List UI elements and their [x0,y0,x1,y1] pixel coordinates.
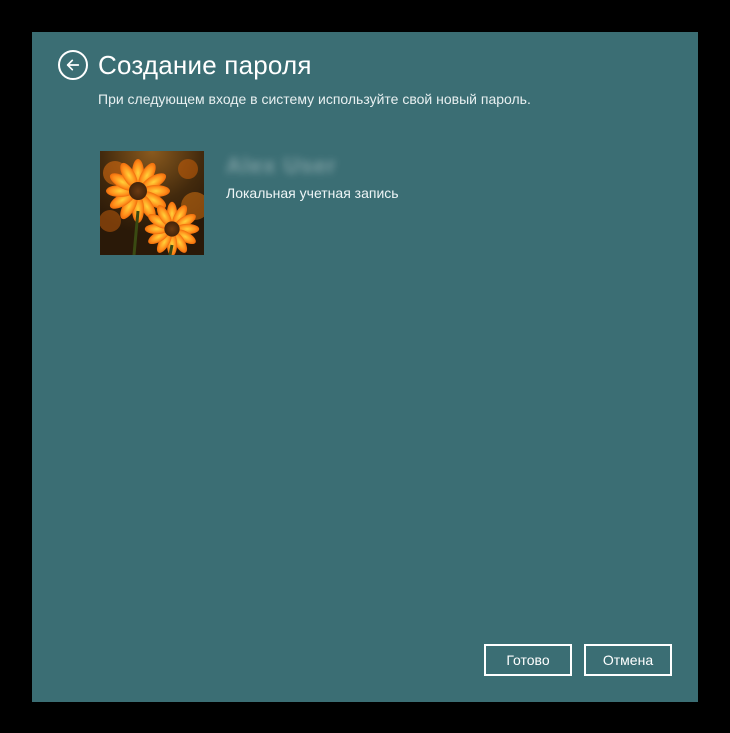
account-text: Alex User Локальная учетная запись [226,151,399,255]
account-block: Alex User Локальная учетная запись [100,151,672,255]
account-type-label: Локальная учетная запись [226,185,399,201]
back-button[interactable] [58,50,88,80]
cancel-button[interactable]: Отмена [584,644,672,676]
account-username: Alex User [226,153,399,179]
header: Создание пароля [58,50,672,81]
arrow-left-icon [65,57,81,73]
page-title: Создание пароля [98,50,312,81]
page-subtitle: При следующем входе в систему используйт… [98,91,672,107]
done-button[interactable]: Готово [484,644,572,676]
footer: Готово Отмена [484,644,672,676]
avatar [100,151,204,255]
create-password-panel: Создание пароля При следующем входе в си… [32,32,698,702]
